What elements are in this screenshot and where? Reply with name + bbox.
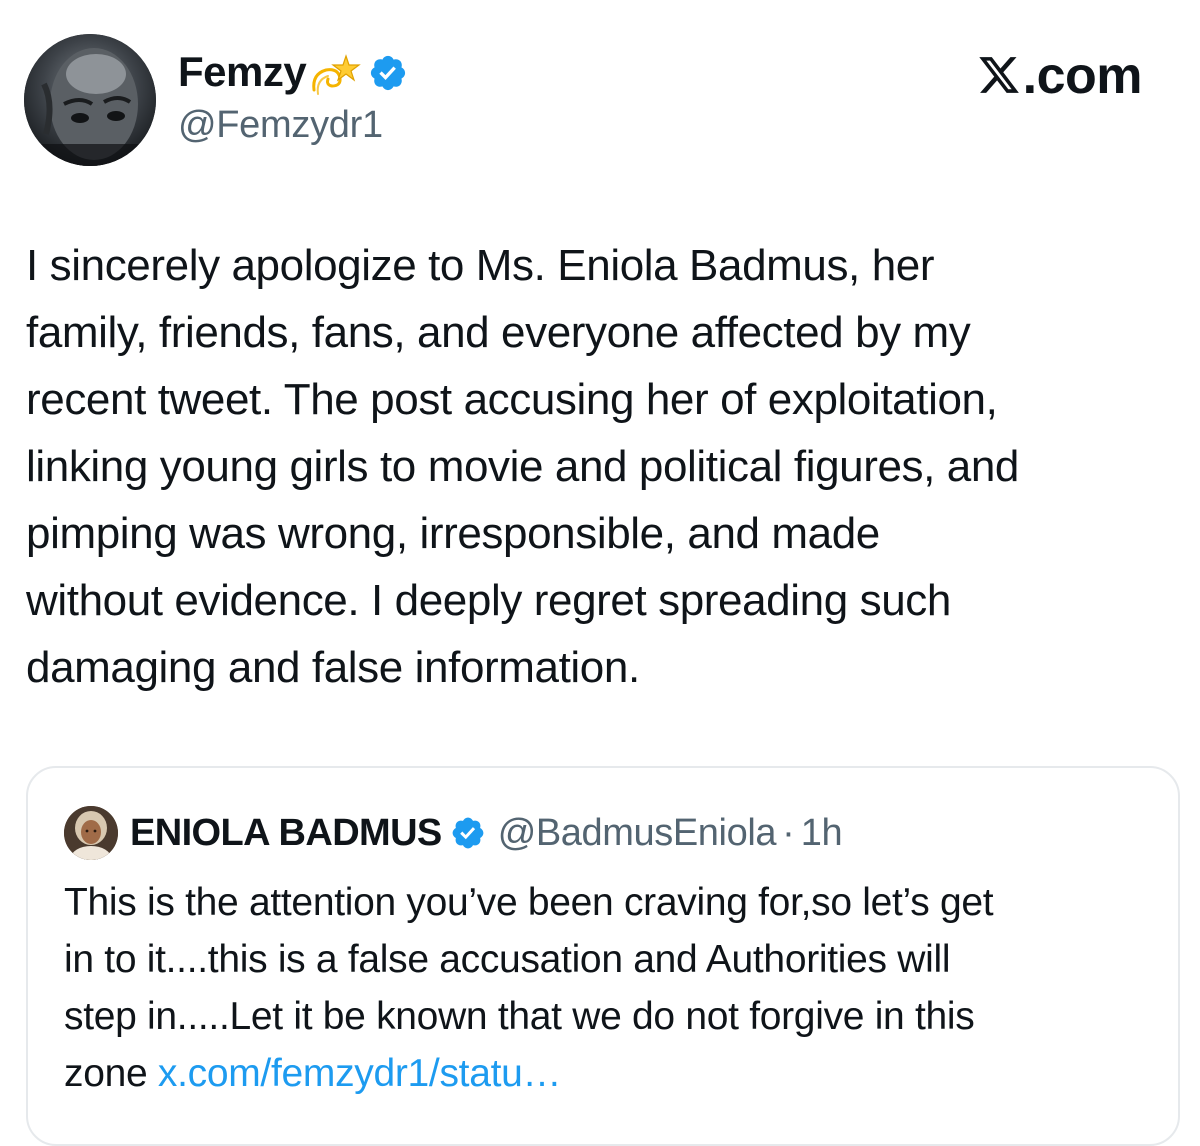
quoted-timestamp[interactable]: 1h: [801, 812, 843, 855]
brand-domain: .com: [1022, 47, 1143, 105]
quoted-avatar-image: [64, 806, 118, 860]
tweet-text-line: linking young girls to movie and politic…: [26, 442, 1020, 491]
author-display-name[interactable]: Femzy: [178, 48, 307, 96]
quoted-text-line: This is the attention you’ve been cravin…: [64, 881, 994, 924]
quoted-tweet-text: This is the attention you’ve been cravin…: [64, 874, 1154, 1102]
author-handle[interactable]: @Femzydr1: [178, 104, 383, 147]
avatar-image: [24, 34, 156, 166]
verified-badge-icon: [368, 53, 408, 93]
brand-watermark: .com: [977, 46, 1143, 106]
quoted-text-line: step in.....Let it be known that we do n…: [64, 995, 975, 1038]
quoted-tweet-link[interactable]: x.com/femzydr1/statu…: [158, 1052, 562, 1095]
tweet-text-line: I sincerely apologize to Ms. Eniola Badm…: [26, 241, 935, 290]
dizzy-star-emoji-icon: [308, 52, 362, 98]
tweet-text: I sincerely apologize to Ms. Eniola Badm…: [26, 232, 1176, 701]
quoted-author-display-name[interactable]: ENIOLA BADMUS: [130, 812, 442, 855]
quoted-text-line: in to it....this is a false accusation a…: [64, 938, 951, 981]
tweet-text-line: damaging and false information.: [26, 643, 640, 692]
quoted-text-line-prefix: zone: [64, 1052, 158, 1095]
tweet-screenshot: Femzy @Femzydr1 .com I sincerely apologi…: [0, 0, 1200, 1146]
quoted-author-avatar[interactable]: [64, 806, 118, 860]
x-logo-icon: [977, 53, 1021, 97]
tweet-text-line: without evidence. I deeply regret spread…: [26, 576, 951, 625]
tweet-text-line: pimping was wrong, irresponsible, and ma…: [26, 509, 880, 558]
tweet-text-line: family, friends, fans, and everyone affe…: [26, 308, 971, 357]
quoted-author-handle[interactable]: @BadmusEniola: [498, 812, 777, 855]
quoted-separator-dot: ·: [782, 811, 795, 854]
quoted-tweet-card[interactable]: ENIOLA BADMUS @BadmusEniola · 1h This is…: [26, 766, 1180, 1146]
quoted-tweet-header: ENIOLA BADMUS @BadmusEniola · 1h: [64, 806, 843, 860]
verified-badge-icon: [450, 815, 486, 851]
tweet-text-line: recent tweet. The post accusing her of e…: [26, 375, 998, 424]
author-name-row: Femzy: [178, 44, 408, 100]
author-avatar[interactable]: [24, 34, 156, 166]
